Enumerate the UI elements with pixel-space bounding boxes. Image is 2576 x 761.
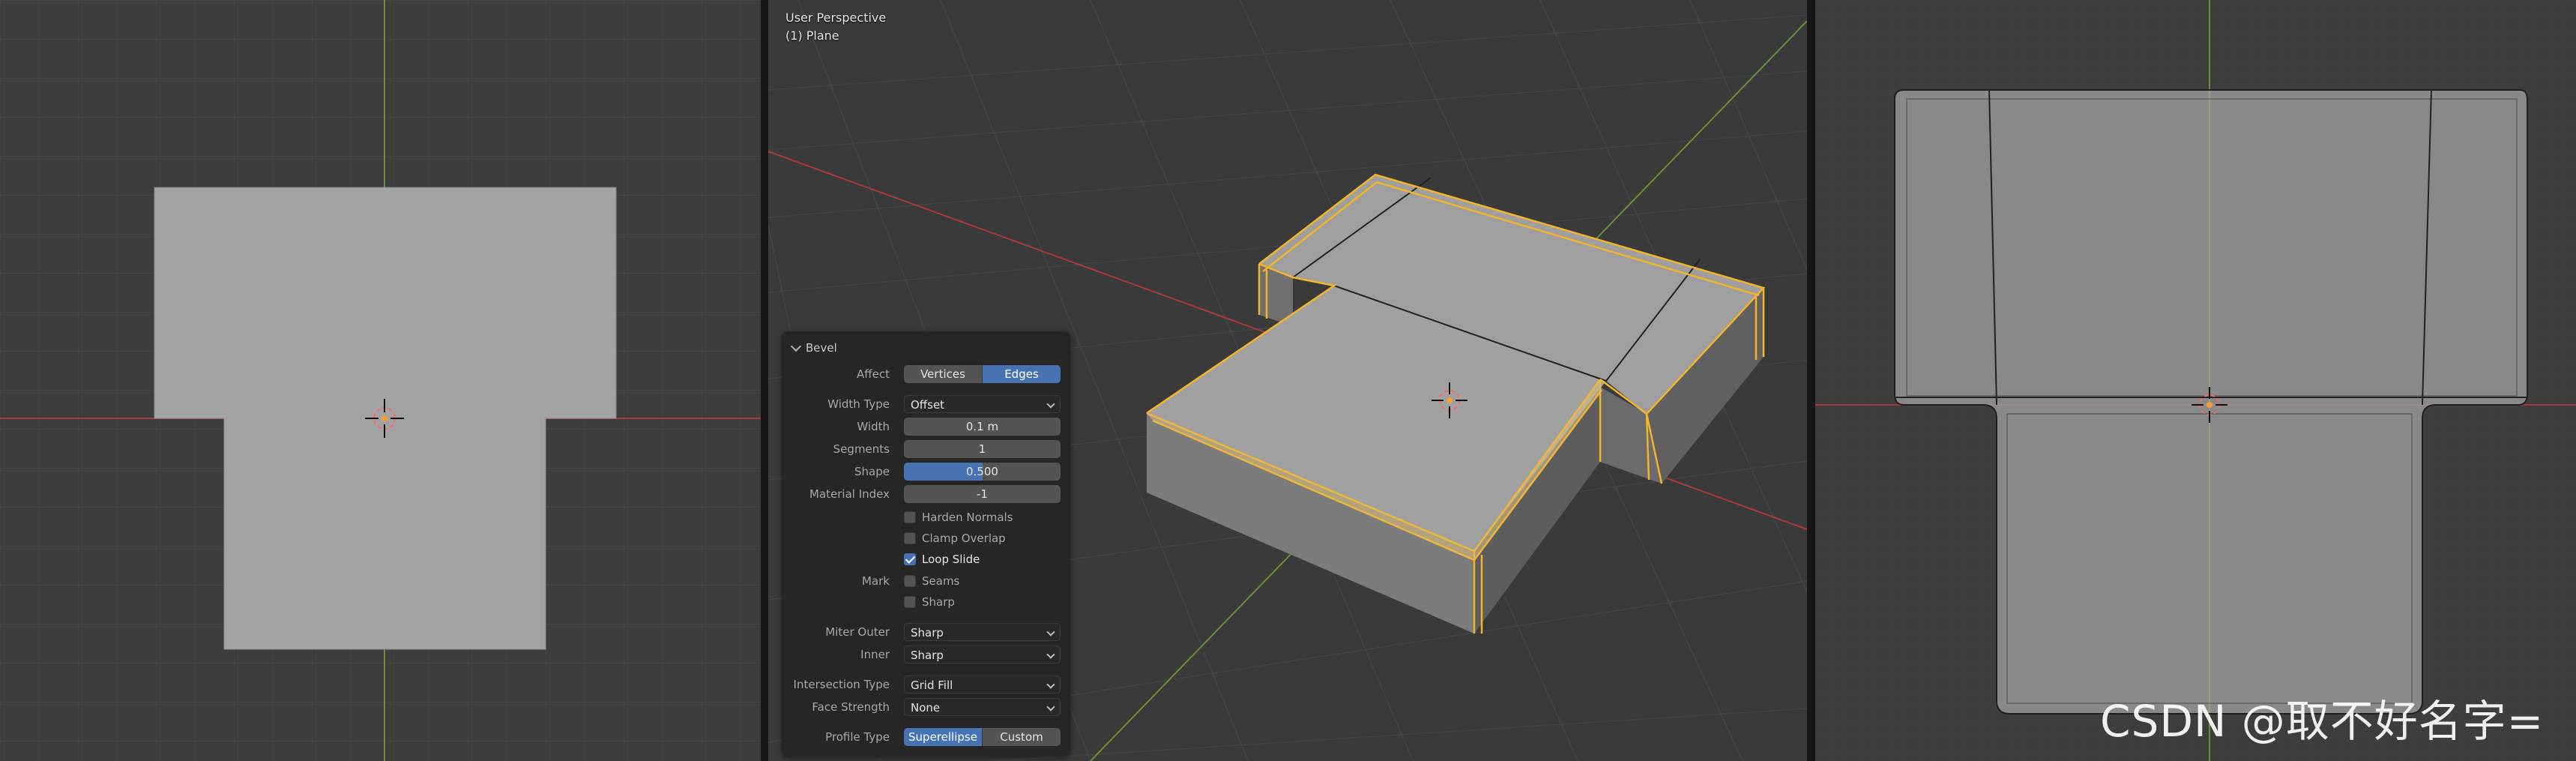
- bevel-panel-header[interactable]: Bevel: [790, 339, 837, 357]
- profile-type-label: Profile Type: [825, 730, 890, 744]
- bevel-operator-panel: Bevel Affect Vertices Edges Width Type O…: [782, 331, 1070, 757]
- segments-label: Segments: [833, 442, 890, 456]
- clamp-overlap-checkbox[interactable]: Clamp Overlap: [904, 529, 1006, 547]
- mark-label: Mark: [862, 574, 890, 588]
- viewport-divider[interactable]: [1807, 0, 1815, 761]
- profile-superellipse-button[interactable]: Superellipse: [904, 728, 982, 746]
- viewport-left-top-view[interactable]: [0, 0, 761, 761]
- width-type-label: Width Type: [827, 397, 890, 411]
- viewport-right-top-view[interactable]: [1815, 0, 2576, 761]
- material-index-label: Material Index: [809, 487, 890, 501]
- harden-normals-checkbox[interactable]: Harden Normals: [904, 508, 1013, 526]
- miter-outer-dropdown[interactable]: Sharp: [904, 623, 1061, 641]
- bevel-panel-title: Bevel: [806, 341, 837, 355]
- width-field[interactable]: 0.1 m: [904, 418, 1061, 436]
- affect-toggle: Vertices Edges: [904, 365, 1061, 383]
- harden-normals-label: Harden Normals: [922, 511, 1013, 524]
- shape-label: Shape: [854, 465, 890, 478]
- clamp-overlap-label: Clamp Overlap: [922, 532, 1006, 545]
- inner-dropdown[interactable]: Sharp: [904, 646, 1061, 664]
- face-strength-value: None: [911, 701, 941, 715]
- viewport-left-canvas: [0, 0, 761, 761]
- face-strength-label: Face Strength: [812, 700, 890, 714]
- chevron-down-icon: [1046, 680, 1055, 689]
- affect-edges-button[interactable]: Edges: [982, 365, 1061, 383]
- viewport-right-canvas: [1815, 0, 2576, 761]
- chevron-down-icon: [1046, 628, 1055, 637]
- affect-label: Affect: [857, 367, 890, 381]
- profile-type-toggle: Superellipse Custom: [904, 728, 1061, 746]
- checkbox-checked-icon: [904, 553, 916, 565]
- checkbox-unchecked-icon: [904, 532, 916, 544]
- affect-vertices-button[interactable]: Vertices: [904, 365, 982, 383]
- miter-outer-value: Sharp: [911, 626, 944, 640]
- chevron-down-icon: [790, 340, 802, 352]
- width-type-value: Offset: [911, 398, 945, 412]
- mark-sharp-label: Sharp: [922, 595, 955, 609]
- inner-label: Inner: [860, 648, 890, 661]
- view-mode-label: User Perspective: [785, 10, 887, 25]
- shape-slider[interactable]: 0.500: [904, 463, 1061, 481]
- viewport-divider[interactable]: [761, 0, 768, 761]
- loop-slide-checkbox[interactable]: Loop Slide: [904, 550, 980, 568]
- chevron-down-icon: [1046, 650, 1055, 659]
- material-index-field[interactable]: -1: [904, 485, 1061, 503]
- width-type-dropdown[interactable]: Offset: [904, 395, 1061, 413]
- loop-slide-label: Loop Slide: [922, 553, 980, 566]
- mark-sharp-checkbox[interactable]: Sharp: [904, 593, 955, 611]
- profile-custom-button[interactable]: Custom: [982, 728, 1061, 746]
- inner-value: Sharp: [911, 649, 944, 662]
- chevron-down-icon: [1046, 400, 1055, 409]
- intersection-type-dropdown[interactable]: Grid Fill: [904, 676, 1061, 694]
- chevron-down-icon: [1046, 703, 1055, 712]
- shape-value: 0.500: [966, 465, 998, 478]
- active-object-label: (1) Plane: [785, 28, 839, 43]
- mark-seams-checkbox[interactable]: Seams: [904, 572, 959, 590]
- intersection-type-value: Grid Fill: [911, 679, 953, 692]
- miter-outer-label: Miter Outer: [825, 625, 890, 639]
- face-strength-dropdown[interactable]: None: [904, 698, 1061, 716]
- checkbox-unchecked-icon: [904, 511, 916, 523]
- checkbox-unchecked-icon: [904, 596, 916, 608]
- width-label: Width: [857, 420, 890, 433]
- intersection-type-label: Intersection Type: [793, 678, 890, 691]
- segments-field[interactable]: 1: [904, 440, 1061, 458]
- checkbox-unchecked-icon: [904, 575, 916, 587]
- mark-seams-label: Seams: [922, 574, 960, 588]
- watermark-text: CSDN @取不好名字=: [2100, 696, 2545, 747]
